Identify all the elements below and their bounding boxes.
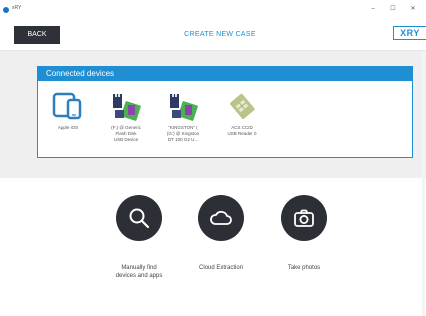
device-label: (F:) @ Generic Flash Disk USB Device [111,125,141,142]
scrollbar[interactable] [422,51,425,316]
minimize-button[interactable]: – [366,4,380,14]
apple-ios-device-icon [52,92,82,120]
app-window: xRY – ☐ ✕ BACK CREATE NEW CASE XRY Conne… [0,0,426,316]
device-kingston-flash-disk[interactable]: "KINGSTON" ( (G:) @ Kingston DT 100 G2 U… [153,91,213,143]
search-icon [129,208,150,229]
camera-icon [294,209,314,227]
maximize-button[interactable]: ☐ [386,4,400,14]
back-button[interactable]: BACK [14,26,60,44]
take-photos-label: Take photos [287,265,321,271]
cloud-extraction-label: Cloud Extraction [198,265,244,271]
sim-card-reader-icon [230,93,255,119]
xry-logo: XRY [393,26,426,40]
device-apple-ios[interactable]: Apple iOS [38,91,98,131]
close-button[interactable]: ✕ [406,4,420,14]
cloud-extraction-button[interactable] [198,195,244,241]
panel-header: Connected devices [38,67,412,81]
device-label: "KINGSTON" ( (G:) @ Kingston DT 100 G2 U… [166,125,200,142]
app-icon [3,7,9,13]
flash-disk-icon [170,94,198,121]
toolbar: BACK CREATE NEW CASE XRY [0,20,426,51]
manual-find-action[interactable]: Manually find devices and apps [94,195,184,280]
manual-find-label: Manually find devices and apps [115,265,163,279]
title-bar: xRY – ☐ ✕ [0,0,426,20]
device-label: Apple iOS [57,125,79,130]
take-photos-button[interactable] [281,195,327,241]
manual-find-button[interactable] [116,195,162,241]
cloud-extraction-action[interactable]: Cloud Extraction [176,195,266,272]
app-name: xRY [12,5,22,11]
connected-devices-panel: Connected devices Apple iOS (F:) @ Gener… [37,66,413,158]
device-label: ACS CCID USB Reader 0 [227,125,257,136]
device-generic-flash-disk[interactable]: (F:) @ Generic Flash Disk USB Device [96,91,156,143]
take-photos-action[interactable]: Take photos [259,195,349,272]
panel-title: Connected devices [46,69,115,78]
device-acs-ccid-reader[interactable]: ACS CCID USB Reader 0 [212,91,272,137]
flash-disk-icon [113,94,141,121]
page-title: CREATE NEW CASE [184,31,256,38]
cloud-icon [210,210,232,225]
